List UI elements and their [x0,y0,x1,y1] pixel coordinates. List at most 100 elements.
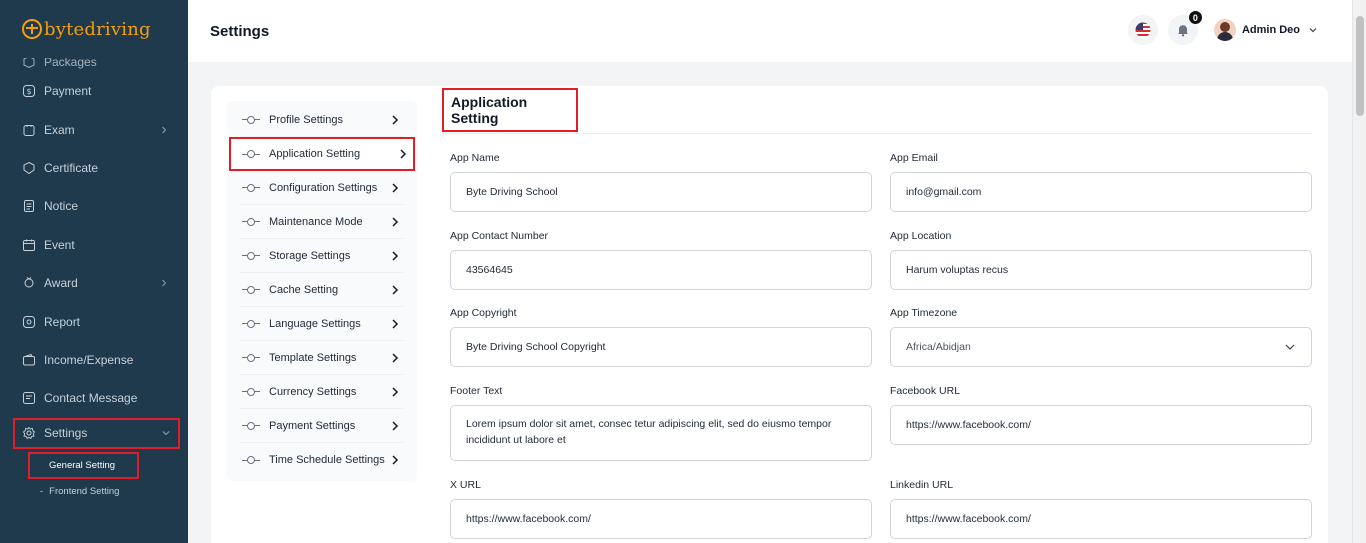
linkedin-url-input[interactable]: https://www.facebook.com/ [890,499,1312,539]
footer-text-label: Footer Text [450,385,503,397]
settings-menu-item-cache[interactable]: Cache Setting [239,273,405,307]
contact-number-field: App Contact Number 43564645 [450,230,872,290]
scrollbar-thumb[interactable] [1356,16,1364,116]
menu-item-label: Payment Settings [269,419,356,432]
form-title: Application Setting [442,88,578,132]
chevron-right-icon [162,126,167,133]
sidebar-item-label: Award [44,276,78,291]
settings-menu-item-application[interactable]: Application Setting [229,137,415,171]
timezone-select[interactable]: Africa/Abidjan [890,327,1312,367]
user-name[interactable]: Admin Deo [1242,24,1300,36]
chevron-right-icon [392,216,399,227]
sidebar-item-label: Notice [44,199,79,214]
chevron-right-icon [392,455,399,465]
settings-menu-item-language[interactable]: Language Settings [239,307,405,341]
settings-menu-item-time-schedule[interactable]: Time Schedule Settings [239,443,405,477]
notification-count-badge: 0 [1188,11,1202,24]
avatar[interactable] [1213,19,1236,41]
x-url-input[interactable]: https://www.facebook.com/ [450,499,872,539]
brand-name: bytedriving [44,18,151,40]
steering-wheel-icon [22,19,42,39]
sidebar-item-notice[interactable]: Notice [0,187,188,225]
menu-item-label: Time Schedule Settings [269,454,385,466]
notification-button[interactable]: 0 [1167,11,1202,45]
settings-menu-item-template[interactable]: Template Settings [239,341,405,375]
settings-card: Profile Settings Application Setting Con… [211,86,1328,543]
node-icon [242,456,260,464]
node-icon [242,387,260,396]
sidebar-item-label: Certificate [44,160,99,175]
chevron-right-icon [392,352,399,363]
brand-logo[interactable]: bytedriving [0,0,188,58]
contact-number-input[interactable]: 43564645 [450,250,872,290]
sidebar-item-label: Report [44,314,81,329]
menu-item-label: Profile Settings [269,113,343,126]
us-flag-icon [1135,22,1151,38]
sidebar: bytedriving Packages $ Payment Exam Cert… [0,0,188,543]
notice-icon [22,199,36,213]
menu-item-label: Language Settings [269,317,361,330]
chevron-right-icon [392,284,399,295]
settings-menu-item-maintenance[interactable]: Maintenance Mode [239,205,405,239]
language-button[interactable] [1127,15,1158,45]
chevron-down-icon [1285,344,1295,350]
award-icon [22,276,36,290]
node-icon [242,353,260,362]
settings-menu-item-payment[interactable]: Payment Settings [239,409,405,443]
settings-menu-item-currency[interactable]: Currency Settings [239,375,405,409]
menu-item-label: Application Setting [269,148,361,160]
chevron-right-icon [400,149,407,159]
settings-menu-item-profile[interactable]: Profile Settings [239,103,405,137]
copyright-field: App Copyright Byte Driving School Copyri… [450,307,872,367]
location-label: App Location [890,230,952,242]
chevron-down-icon[interactable] [1308,26,1318,34]
sidebar-subitem-general-setting[interactable]: General Setting [28,451,139,479]
settings-menu-item-storage[interactable]: Storage Settings [239,239,405,273]
sidebar-item-label: Event [44,237,75,252]
node-icon [242,217,260,226]
page-scrollbar[interactable] [1352,0,1366,543]
sidebar-item-award[interactable]: Award [0,264,188,302]
location-input[interactable]: Harum voluptas recus [890,250,1312,290]
sidebar-item-event[interactable]: Event [0,226,188,264]
node-icon [242,319,260,328]
chevron-right-icon [392,420,399,431]
sidebar-item-label: Contact Message [44,391,138,406]
copyright-label: App Copyright [450,307,517,319]
sidebar-nav: Packages $ Payment Exam Certificate Noti… [0,52,188,505]
sidebar-item-contact-message[interactable]: Contact Message [0,379,188,417]
app-name-input[interactable]: Byte Driving School [450,172,872,212]
node-icon [242,285,260,294]
sidebar-item-certificate[interactable]: Certificate [0,149,188,187]
gear-icon [22,426,36,440]
sidebar-item-settings[interactable]: Settings [13,417,180,449]
facebook-url-label: Facebook URL [890,385,961,397]
sidebar-item-income-expense[interactable]: Income/Expense [0,341,188,379]
header-actions: 0 Admin Deo [1127,11,1318,45]
menu-item-label: Currency Settings [269,385,357,398]
wallet-icon [22,353,36,367]
node-icon [242,251,260,260]
chevron-right-icon [162,279,167,287]
app-email-input[interactable]: info@gmail.com [890,172,1312,212]
sidebar-item-payment[interactable]: $ Payment [0,72,188,110]
x-url-label: X URL [450,479,481,491]
footer-text-textarea[interactable]: Lorem ipsum dolor sit amet, consec tetur… [450,405,872,461]
copyright-input[interactable]: Byte Driving School Copyright [450,327,872,367]
sidebar-item-report[interactable]: Report [0,302,188,340]
facebook-url-input[interactable]: https://www.facebook.com/ [890,405,1312,445]
settings-menu-item-configuration[interactable]: Configuration Settings [239,171,405,205]
chevron-right-icon [392,182,399,193]
chevron-right-icon [392,250,399,261]
svg-text:$: $ [26,87,31,96]
sidebar-item-exam[interactable]: Exam [0,110,188,148]
node-icon [242,150,260,158]
sidebar-subitem-frontend-setting[interactable]: - Frontend Setting [0,479,188,505]
contact-number-label: App Contact Number [450,230,549,242]
report-icon [22,315,36,329]
exam-icon [22,123,36,137]
node-icon [242,115,260,124]
menu-item-label: Configuration Settings [269,181,378,194]
chevron-right-icon [392,318,399,329]
sidebar-item-label: Exam [44,122,75,137]
